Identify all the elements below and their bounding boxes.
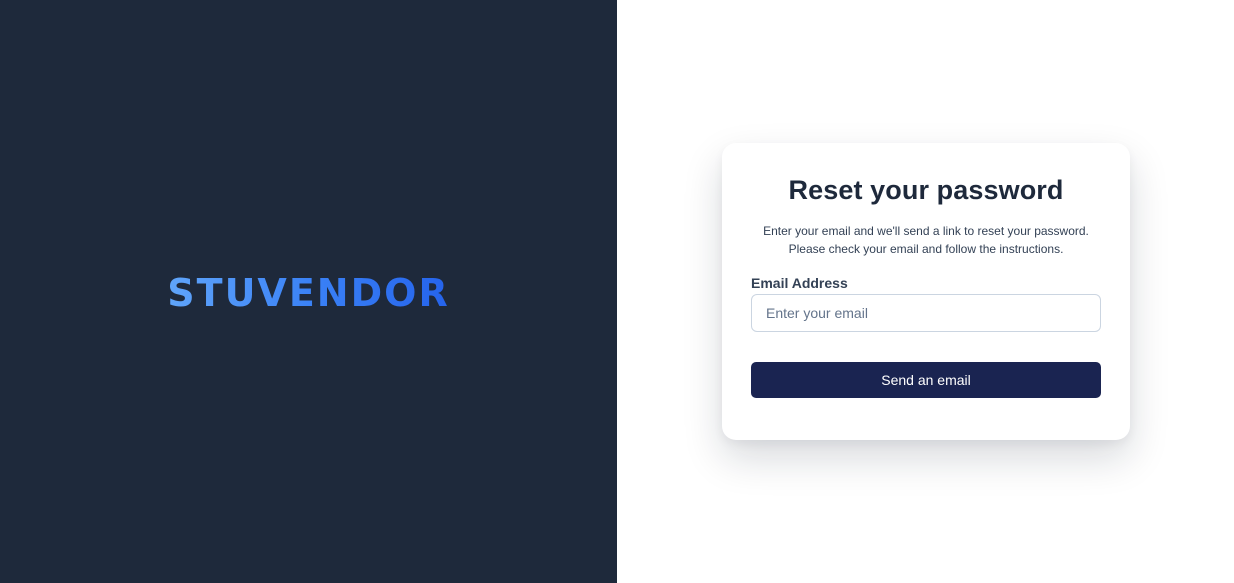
page-title: Reset your password	[788, 175, 1064, 205]
email-input[interactable]	[751, 294, 1101, 332]
email-label: Email Address	[751, 275, 848, 291]
instructions-text: Enter your email and we'll send a link t…	[751, 222, 1101, 258]
instructions-line-2: Please check your email and follow the i…	[788, 242, 1064, 256]
instructions-line-1: Enter your email and we'll send a link t…	[763, 224, 1089, 238]
brand-panel: STUVENDOR	[0, 0, 617, 583]
form-panel: Reset your password Enter your email and…	[617, 0, 1234, 583]
reset-password-page: STUVENDOR Reset your password Enter your…	[0, 0, 1234, 583]
brand-logo: STUVENDOR	[167, 270, 450, 315]
send-email-button[interactable]: Send an email	[751, 362, 1101, 398]
reset-password-card: Reset your password Enter your email and…	[722, 143, 1130, 440]
